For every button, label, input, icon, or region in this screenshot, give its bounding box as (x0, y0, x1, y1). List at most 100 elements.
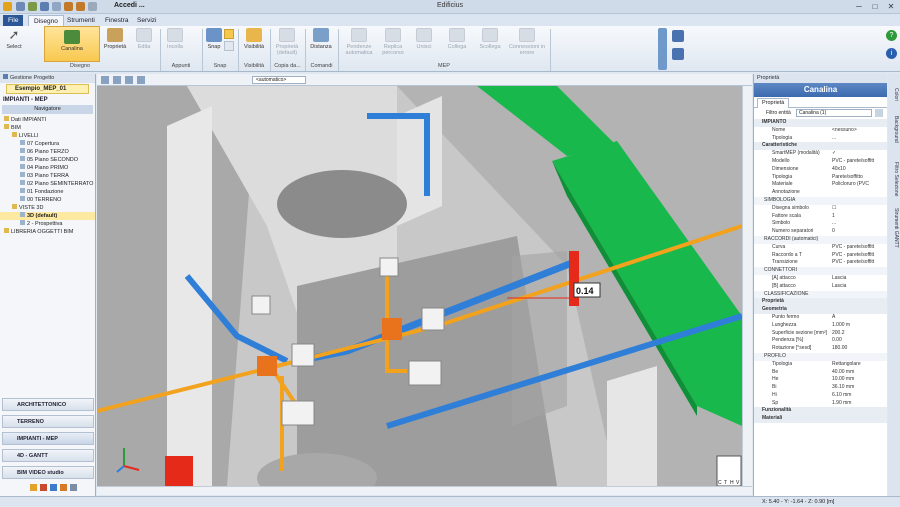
property-value[interactable]: ... (832, 220, 884, 228)
property-row[interactable]: Bi 36.10 mm (754, 384, 887, 392)
property-value[interactable]: ✓ (832, 150, 884, 158)
property-subsection[interactable]: CONNETTORI (754, 267, 887, 275)
tab-servizi[interactable]: Servizi (132, 15, 162, 26)
view-tool-icon[interactable] (137, 76, 145, 84)
property-row[interactable]: Rotazione [°sesd] 180.00 (754, 345, 887, 353)
tree-item[interactable]: VISTE 3D (0, 204, 95, 212)
proprieta-default-button[interactable]: Proprietà (default) (272, 28, 302, 56)
property-row[interactable]: Tipologia Rettangolare (754, 361, 887, 369)
property-value[interactable]: 200.2 (832, 330, 884, 338)
property-section[interactable]: Funzionalità (754, 407, 887, 416)
property-value[interactable]: PVC - parete/soffitt (832, 259, 884, 267)
property-row[interactable]: Nome <nessuno> (754, 127, 887, 135)
property-row[interactable]: Modello PVC - parete/soffitt (754, 158, 887, 166)
property-row[interactable]: SmartMEP (modalità) ✓ (754, 150, 887, 158)
3d-scene[interactable]: 0.14 C T H V (97, 86, 742, 486)
property-row[interactable]: [B] attacco Lascia (754, 283, 887, 291)
tree-item[interactable]: 05 Piano SECONDO (0, 156, 95, 164)
maximize-button[interactable]: □ (868, 1, 882, 12)
side-tab-colori[interactable]: Colori (889, 88, 899, 101)
property-subsection[interactable]: CLASSIFICAZIONE (754, 290, 887, 299)
property-row[interactable]: Materiale Policloruro (PVC (754, 181, 887, 189)
side-tab-background[interactable]: Background (889, 116, 899, 143)
snap-button[interactable]: Snap (204, 28, 224, 50)
property-value[interactable]: 180.00 (832, 345, 884, 353)
property-value[interactable]: PVC - parete/soffitt (832, 244, 884, 252)
property-row[interactable]: Disegna simbolo ☐ (754, 205, 887, 213)
property-row[interactable]: Tipologia Parete/soffitto (754, 174, 887, 182)
canalina-button[interactable]: Canalina (44, 26, 100, 62)
property-subsection[interactable]: PROFILO (754, 352, 887, 361)
property-value[interactable]: 10.00 mm (832, 376, 884, 384)
shortcut-terrain-icon[interactable] (40, 484, 47, 491)
edita-button[interactable]: Edita (132, 28, 156, 50)
entity-filter-select[interactable]: Canalina (1) (796, 109, 872, 117)
close-button[interactable]: ✕ (884, 1, 898, 12)
property-row[interactable]: Punto fermo A (754, 314, 887, 322)
minimize-button[interactable]: ─ (852, 1, 866, 12)
tree-item[interactable]: 00 TERRENO (0, 196, 95, 204)
shortcut-video-icon[interactable] (70, 484, 77, 491)
property-value[interactable]: 1 (832, 213, 884, 221)
property-section[interactable]: Geometria (754, 306, 887, 314)
tree-item[interactable]: BIM (0, 124, 95, 132)
tree-item[interactable]: 01 Fondazione (0, 188, 95, 196)
property-row[interactable]: Hi 6.10 mm (754, 392, 887, 400)
incolla-button[interactable]: Incolla (164, 28, 186, 50)
view-mode-select[interactable]: <automatico> (252, 76, 306, 84)
property-section[interactable]: IMPIANTO (754, 119, 887, 127)
property-value[interactable]: PVC - parete/soffitt (832, 158, 884, 166)
proprieta-button[interactable]: Proprietà (102, 28, 128, 50)
property-value[interactable]: 40x10 (832, 166, 884, 174)
property-section[interactable]: Proprietà (754, 298, 887, 307)
collega-button[interactable]: Collega (444, 28, 470, 50)
property-row[interactable]: Pendenza [%] 0.00 (754, 337, 887, 345)
tab-finestra[interactable]: Finestra (100, 15, 133, 26)
property-row[interactable]: He 10.00 mm (754, 376, 887, 384)
project-name[interactable]: Esempio_MEP_01 (6, 84, 89, 94)
connessioni-button[interactable]: Connessioni in errore (508, 28, 546, 56)
property-value[interactable]: Lascia (832, 275, 884, 283)
layers-icon[interactable] (672, 30, 684, 42)
tree-item[interactable]: LIVELLI (0, 132, 95, 140)
property-value[interactable]: 40.00 mm (832, 369, 884, 377)
property-row[interactable]: Annotazione (754, 189, 887, 197)
settings-icon[interactable] (672, 48, 684, 60)
property-value[interactable]: A (832, 314, 884, 322)
tree-item[interactable]: 2 - Prospettiva (0, 220, 95, 228)
tree-item[interactable]: 3D (default) (0, 212, 95, 220)
property-value[interactable]: Lascia (832, 283, 884, 291)
property-row[interactable]: Be 40.00 mm (754, 369, 887, 377)
property-value[interactable]: 1.90 mm (832, 400, 884, 408)
help-icon[interactable]: ? (886, 30, 897, 41)
property-subsection[interactable]: RACCORDI (automatici) (754, 235, 887, 244)
tree-item[interactable]: 02 Piano SEMINTERRATO (0, 180, 95, 188)
property-row[interactable]: Tipologia... (754, 135, 887, 143)
scollega-button[interactable]: Scollega (476, 28, 504, 50)
property-value[interactable]: 1.000 m (832, 322, 884, 330)
replica-button[interactable]: Replica percorso (378, 28, 408, 56)
tab-file[interactable]: File (3, 15, 24, 26)
property-value[interactable]: Parete/soffitto (832, 174, 884, 182)
filter-icon[interactable] (875, 109, 883, 117)
tree-item[interactable]: LIBRERIA OGGETTI BIM (0, 228, 95, 236)
property-row[interactable]: Curva PVC - parete/soffitt (754, 244, 887, 252)
property-value[interactable]: ☐ (832, 205, 884, 213)
property-value[interactable]: ... (832, 135, 884, 143)
property-section[interactable]: Materiali (754, 415, 887, 424)
tree-item[interactable]: Dati IMPIANTI (0, 116, 95, 124)
property-value[interactable]: Rettangolare (832, 361, 884, 369)
3d-viewport[interactable]: 0.14 C T H V (97, 86, 742, 486)
property-row[interactable]: Fattore scala 1 (754, 213, 887, 221)
side-tab-filtro[interactable]: Filtro Selezione (889, 162, 899, 196)
tab-strumenti[interactable]: Strumenti (62, 15, 100, 26)
property-row[interactable]: [A] attacco Lascia (754, 275, 887, 283)
property-value[interactable]: 36.10 mm (832, 384, 884, 392)
shortcut-arch-icon[interactable] (30, 484, 37, 491)
tree-item[interactable]: 04 Piano PRIMO (0, 164, 95, 172)
shortcut-gantt-icon[interactable] (60, 484, 67, 491)
view-gantt[interactable]: 4D - GANTT (2, 449, 94, 462)
tree-item[interactable]: 06 Piano TERZO (0, 148, 95, 156)
property-value[interactable]: 0 (832, 228, 884, 236)
property-row[interactable]: Simbolo... (754, 220, 887, 228)
